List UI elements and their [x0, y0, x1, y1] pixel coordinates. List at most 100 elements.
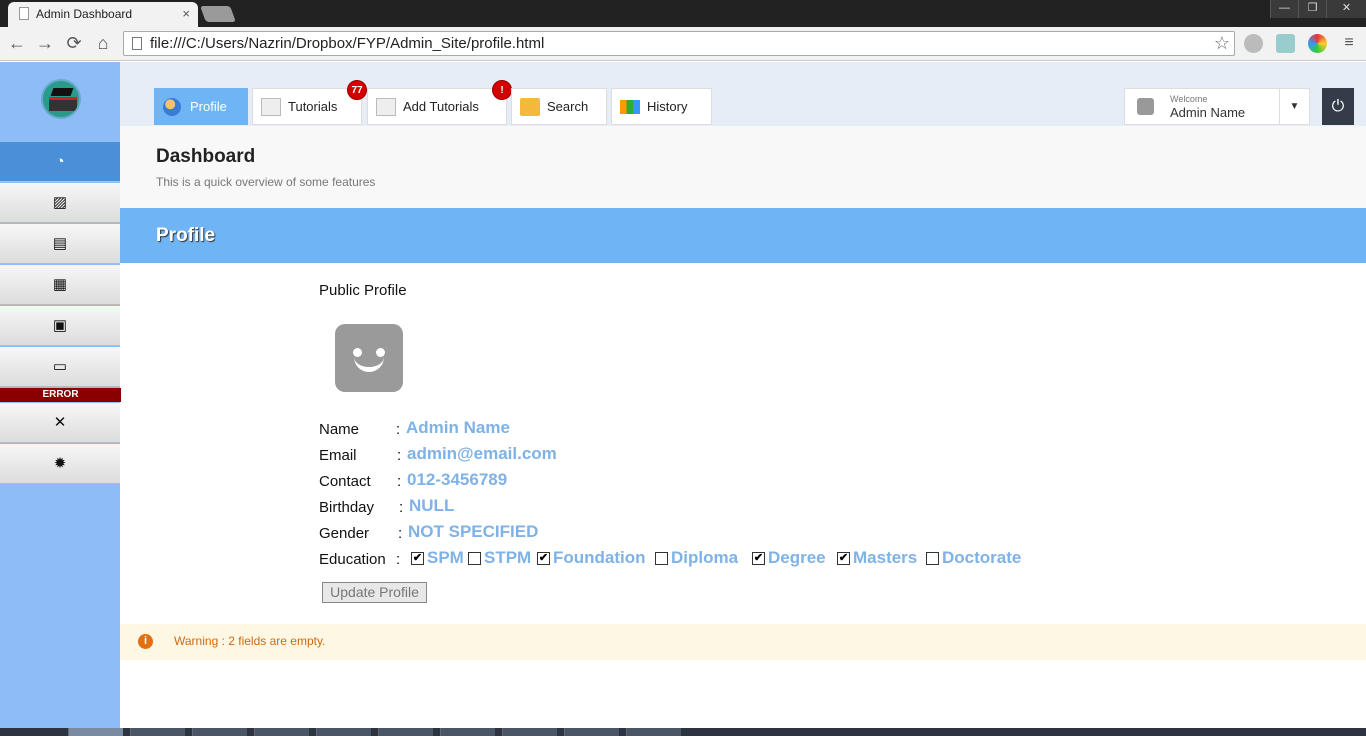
- page-title: Dashboard: [156, 146, 256, 167]
- page-icon: [19, 7, 29, 20]
- reload-button[interactable]: ⟳: [63, 33, 85, 53]
- logout-button[interactable]: ⏻: [1322, 88, 1354, 125]
- field-value: NOT SPECIFIED: [408, 522, 539, 541]
- tab-history[interactable]: History: [611, 88, 712, 125]
- chat-icon: ▭: [52, 357, 68, 375]
- extension-arrow-icon[interactable]: [1276, 34, 1295, 53]
- user-icon: [163, 98, 181, 116]
- chevron-down-icon[interactable]: ▼: [1279, 89, 1309, 124]
- close-window-button[interactable]: ✕: [1326, 0, 1366, 18]
- user-menu[interactable]: Welcome Admin Name ▼: [1124, 88, 1310, 125]
- tab-add-tutorials-label: Add Tutorials: [403, 99, 479, 114]
- plug-icon: ✕: [53, 413, 67, 431]
- back-button[interactable]: ←: [6, 33, 28, 53]
- taskbar-item[interactable]: [502, 728, 557, 736]
- taskbar-item[interactable]: [130, 728, 185, 736]
- checkbox-checked[interactable]: ✔: [411, 551, 424, 565]
- sidebar-item-grid[interactable]: ▦: [0, 265, 120, 305]
- public-profile-heading: Public Profile: [319, 282, 407, 299]
- windows-icon: [620, 100, 640, 114]
- sidebar-item-images[interactable]: ▨: [0, 183, 120, 223]
- education-label: STPM: [484, 548, 532, 567]
- sidebar-item-dashboard[interactable]: ◔: [0, 142, 142, 182]
- tutorials-count-badge: 77: [347, 80, 367, 100]
- education-option-masters[interactable]: ✔ Masters: [837, 548, 917, 568]
- extension-color-icon[interactable]: [1308, 34, 1327, 53]
- checkbox-checked[interactable]: ✔: [837, 551, 850, 565]
- forward-button[interactable]: →: [34, 33, 56, 53]
- taskbar-chrome-item[interactable]: [68, 728, 123, 736]
- education-option-spm[interactable]: ✔ SPM: [411, 548, 464, 568]
- user-avatar-icon: [1137, 98, 1154, 115]
- warning-alert: i Warning : 2 fields are empty.: [120, 624, 1366, 660]
- checkbox-checked[interactable]: ✔: [752, 551, 765, 565]
- education-label: Masters: [853, 548, 918, 567]
- section-header: Profile: [120, 208, 1366, 263]
- field-colon: :: [397, 447, 402, 464]
- bookmark-star-icon[interactable]: ☆: [1214, 33, 1230, 54]
- address-text: file:///C:/Users/Nazrin/Dropbox/FYP/Admi…: [150, 35, 545, 52]
- update-profile-button[interactable]: Update Profile: [322, 582, 427, 603]
- field-value: 012-3456789: [407, 470, 508, 489]
- tab-history-label: History: [647, 99, 688, 114]
- checkbox-unchecked[interactable]: [468, 551, 481, 565]
- taskbar-item[interactable]: [564, 728, 619, 736]
- sidebar-item-messages[interactable]: ▭: [0, 347, 120, 387]
- sidebar-item-settings[interactable]: ✹: [0, 444, 120, 484]
- field-label: Email: [319, 447, 357, 464]
- sidebar-item-plugins[interactable]: ✕: [0, 403, 120, 443]
- sidebar-item-layout[interactable]: ▤: [0, 224, 120, 264]
- taskbar-item[interactable]: [254, 728, 309, 736]
- extension-hand-icon[interactable]: [1244, 34, 1263, 53]
- browser-tab[interactable]: Admin Dashboard ×: [8, 2, 198, 27]
- address-bar[interactable]: file:///C:/Users/Nazrin/Dropbox/FYP/Admi…: [123, 31, 1235, 56]
- document-icon: [261, 98, 281, 116]
- close-tab-icon[interactable]: ×: [182, 6, 190, 21]
- taskbar-item[interactable]: [316, 728, 371, 736]
- education-option-doctorate[interactable]: Doctorate: [926, 548, 1021, 568]
- tab-tutorials[interactable]: Tutorials 77: [252, 80, 367, 125]
- tab-profile[interactable]: Profile: [154, 88, 248, 125]
- add-tutorials-alert-badge: !: [492, 80, 512, 100]
- welcome-label: Welcome: [1170, 94, 1208, 104]
- taskbar-item[interactable]: [378, 728, 433, 736]
- field-value: admin@email.com: [407, 444, 557, 463]
- folder-icon: [520, 98, 540, 116]
- os-taskbar: [0, 728, 1366, 736]
- checkbox-checked[interactable]: ✔: [537, 551, 550, 565]
- education-option-foundation[interactable]: ✔ Foundation: [537, 548, 646, 568]
- education-label: Doctorate: [942, 548, 1022, 567]
- info-icon: i: [138, 634, 153, 649]
- field-value: NULL: [409, 496, 455, 515]
- book-shape: [49, 97, 77, 111]
- tab-profile-label: Profile: [190, 99, 227, 114]
- page-subtitle: This is a quick overview of some feature…: [156, 175, 376, 189]
- new-tab-button[interactable]: [200, 6, 236, 22]
- menu-icon[interactable]: ≡: [1338, 33, 1360, 53]
- education-option-stpm[interactable]: STPM: [468, 548, 531, 568]
- restore-button[interactable]: ❐: [1298, 0, 1326, 18]
- checkbox-unchecked[interactable]: [655, 551, 668, 565]
- calendar-icon: ▣: [52, 316, 68, 334]
- education-option-degree[interactable]: ✔ Degree: [752, 548, 826, 568]
- user-name: Admin Name: [1170, 105, 1246, 120]
- taskbar-item[interactable]: [192, 728, 247, 736]
- field-label: Birthday: [319, 499, 375, 516]
- sidebar-item-calendar[interactable]: ▣: [0, 306, 120, 346]
- avatar-smile: [354, 354, 384, 372]
- taskbar-item[interactable]: [440, 728, 495, 736]
- profile-avatar: [335, 324, 403, 392]
- page-header: Dashboard This is a quick overview of so…: [120, 126, 1366, 208]
- warning-text: Warning : 2 fields are empty.: [174, 634, 326, 648]
- tab-add-tutorials[interactable]: Add Tutorials !: [367, 80, 512, 125]
- minimize-button[interactable]: —: [1270, 0, 1298, 18]
- education-option-diploma[interactable]: Diploma: [655, 548, 738, 568]
- home-button[interactable]: ⌂: [92, 33, 114, 53]
- graduation-cap-shape: [50, 88, 74, 96]
- tab-search[interactable]: Search: [511, 88, 607, 125]
- taskbar-item[interactable]: [626, 728, 681, 736]
- browser-toolbar: ← → ⟳ ⌂ file:///C:/Users/Nazrin/Dropbox/…: [0, 27, 1366, 61]
- tab-tutorials-label: Tutorials: [288, 99, 338, 114]
- app-logo[interactable]: [41, 79, 81, 119]
- checkbox-unchecked[interactable]: [926, 551, 939, 565]
